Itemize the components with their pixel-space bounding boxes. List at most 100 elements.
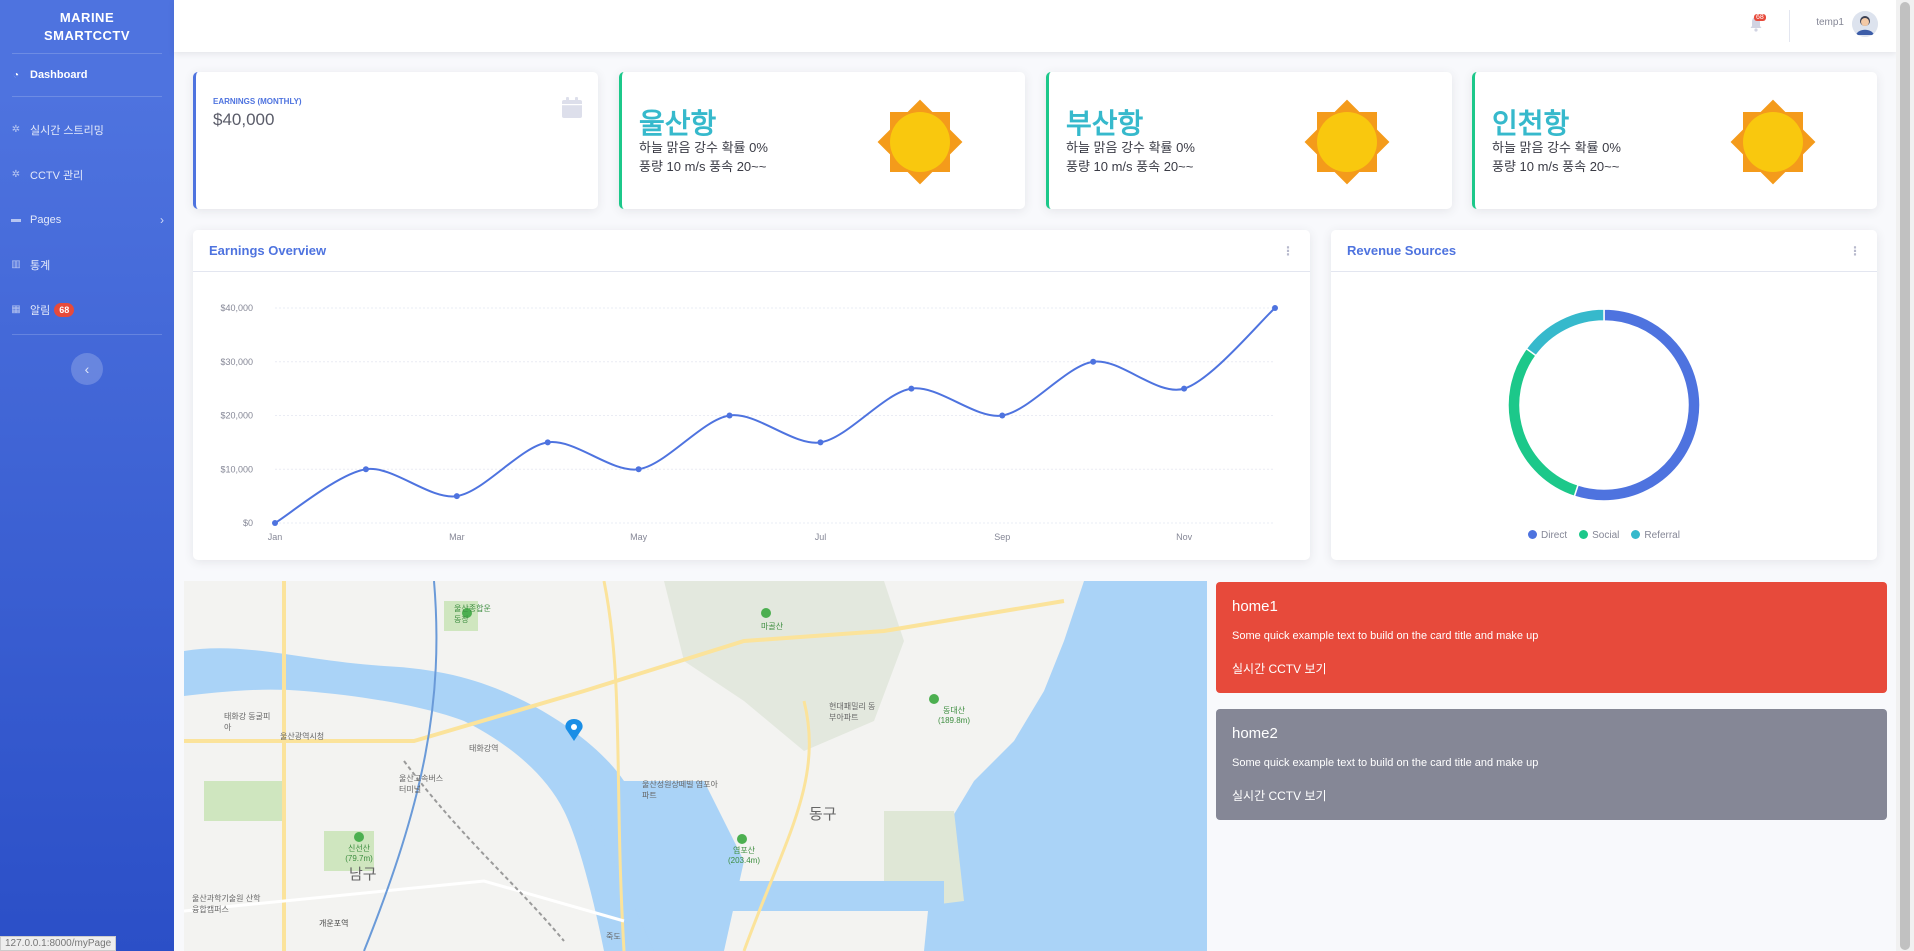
weather-city: 울산항 (639, 108, 717, 139)
calendar-icon (562, 97, 582, 118)
sidebar-toggle-button[interactable]: ‹ (71, 353, 103, 385)
weather-wind: 풍량 10 m/s 풍속 20~~ (1492, 159, 1620, 174)
alerts-button[interactable]: 68 (1748, 14, 1766, 34)
sidebar-item-cctv[interactable]: ✲ CCTV 관리 (0, 152, 174, 197)
map-canvas[interactable] (184, 581, 1207, 951)
card-header: Earnings Overview ⋮ (193, 230, 1310, 272)
sidebar-item-label: Pages (30, 213, 62, 226)
data-point (999, 412, 1006, 419)
brand-line2: SMARTCCTV (43, 27, 131, 43)
avatar[interactable] (1852, 11, 1878, 37)
data-point (362, 466, 369, 473)
map-label: 신선산 (79.7m) (345, 844, 373, 863)
weather-city: 부산항 (1066, 108, 1144, 139)
weather-sky: 하늘 맑음 강수 확률 0% (1066, 140, 1195, 155)
cctv-view-link[interactable]: 실시간 CCTV 보기 (1232, 660, 1327, 677)
map-label: 동대산 (189.8m) (937, 706, 970, 725)
data-point (908, 385, 915, 392)
sidebar-item-label: 통계 (30, 259, 51, 272)
home-card-1: home1 Some quick example text to build o… (1216, 582, 1887, 693)
earnings-line-chart: $0 $10,000 $20,000 $30,000 $40,000 Jan Mar May J… (220, 303, 1278, 542)
weather-card-ulsan: 울산항 하늘 맑음 강수 확률 0% 풍량 10 m/s 풍속 20~~ (619, 72, 1025, 209)
folder-icon: ▬ (11, 214, 21, 225)
stat-label: EARNINGS (MONTHLY) (213, 97, 302, 106)
cctv-view-link[interactable]: 실시간 CCTV 보기 (1232, 787, 1327, 804)
map-label: 죽도 (606, 932, 621, 941)
map-label: 태화강 동굴피아 (224, 712, 271, 732)
legend-item-referral: Referral (1631, 530, 1680, 541)
data-point (1090, 358, 1097, 365)
sun-icon (1304, 99, 1390, 185)
weather-wind: 풍량 10 m/s 풍속 20~~ (639, 159, 767, 174)
revenue-donut-chart (1507, 308, 1701, 502)
sidebar-item-label: 실시간 스트리밍 (30, 124, 104, 137)
data-point (272, 520, 278, 526)
sidebar: MARINE SMARTCCTV ◔ Dashboard ✲ 실시간 스트리밍 … (0, 0, 174, 951)
map-label: 울산과학기술원 산학융합캠퍼스 (192, 894, 261, 914)
sidebar-divider (12, 334, 162, 335)
weather-sky: 하늘 맑음 강수 확률 0% (1492, 140, 1621, 155)
map-label: 울산성원상떼빌 염포아파트 (642, 780, 718, 800)
y-tick-label: $0 (243, 518, 253, 528)
weather-card-incheon: 인천항 하늘 맑음 강수 확률 0% 풍량 10 m/s 풍속 20~~ (1472, 72, 1877, 209)
scroll-thumb[interactable] (1900, 2, 1910, 950)
user-name[interactable]: temp1 (1816, 17, 1844, 28)
data-point (1272, 305, 1278, 311)
brand-logo[interactable]: MARINE SMARTCCTV (0, 0, 174, 53)
earnings-overview-card: Earnings Overview ⋮ $0 $10,000 $20,000 $30,… (193, 230, 1310, 560)
weather-card-busan: 부산항 하늘 맑음 강수 확률 0% 풍량 10 m/s 풍속 20~~ (1046, 72, 1452, 209)
status-url: 127.0.0.1:8000/myPage (0, 936, 117, 951)
x-tick-label: Jul (815, 532, 827, 542)
weather-wind: 풍량 10 m/s 풍속 20~~ (1066, 159, 1194, 174)
x-tick-label: Jan (268, 532, 283, 542)
stat-value: $40,000 (213, 110, 275, 129)
weather-city: 인천항 (1492, 108, 1570, 139)
topbar: 68 temp1 (174, 0, 1896, 52)
page-scrollbar[interactable] (1896, 0, 1914, 951)
map-label: 마골산 (761, 622, 784, 631)
card-title: Earnings Overview (209, 243, 327, 258)
sidebar-item-dashboard[interactable]: ◔ Dashboard (0, 54, 174, 96)
gear-icon: ✲ (11, 124, 21, 135)
sidebar-item-label: Dashboard (30, 69, 88, 81)
map-district-label: 남구 (349, 866, 377, 883)
card-header: Revenue Sources ⋮ (1331, 230, 1877, 272)
donut-slice-social (1507, 347, 1579, 498)
sun-icon (877, 99, 963, 185)
legend-item-direct: Direct (1528, 530, 1567, 541)
earnings-monthly-card: EARNINGS (MONTHLY) $40,000 (193, 72, 598, 209)
brand-line1: MARINE (59, 9, 115, 25)
sidebar-item-alerts[interactable]: ▦ 알림 68 (0, 287, 174, 332)
map-label: 울산종합운동장 (454, 604, 491, 624)
kebab-menu-icon[interactable]: ⋮ (1282, 244, 1294, 258)
home-title: home1 (1232, 598, 1278, 615)
home-title: home2 (1232, 725, 1278, 742)
sidebar-item-streaming[interactable]: ✲ 실시간 스트리밍 (0, 107, 174, 152)
map-label: 염포산 (203.4m) (727, 846, 760, 865)
map-label: 태화강역 (469, 744, 499, 753)
home-card-2: home2 Some quick example text to build o… (1216, 709, 1887, 820)
sidebar-item-label: 알림 (30, 304, 51, 317)
home-text: Some quick example text to build on the … (1232, 757, 1539, 769)
kebab-menu-icon[interactable]: ⋮ (1849, 244, 1861, 258)
x-tick-label: May (630, 532, 648, 542)
map-label: 개운포역 (319, 919, 349, 928)
y-tick-label: $20,000 (220, 411, 253, 421)
y-tick-label: $30,000 (220, 357, 253, 367)
data-point (544, 439, 551, 446)
tachometer-icon: ◔ (12, 69, 20, 81)
chart-icon: ▥ (11, 259, 21, 270)
map-label: 울산광역시청 (280, 732, 325, 741)
revenue-sources-card: Revenue Sources ⋮ Direct Social Referral (1331, 230, 1877, 560)
sidebar-item-stats[interactable]: ▥ 통계 (0, 242, 174, 287)
user-avatar-icon (1852, 11, 1878, 37)
alert-badge: 68 (54, 302, 75, 317)
chevron-left-icon: ‹ (84, 361, 90, 377)
map-view[interactable]: 마골산 동대산 (189.8m) 염포산 (203.4m) 신선산 (79.7m… (184, 581, 1207, 951)
data-point (453, 493, 460, 500)
legend-item-social: Social (1579, 530, 1619, 541)
data-point (726, 412, 733, 419)
sidebar-item-pages[interactable]: ▬ Pages › (0, 197, 174, 242)
chevron-right-icon: › (160, 212, 164, 227)
table-icon: ▦ (11, 304, 21, 315)
